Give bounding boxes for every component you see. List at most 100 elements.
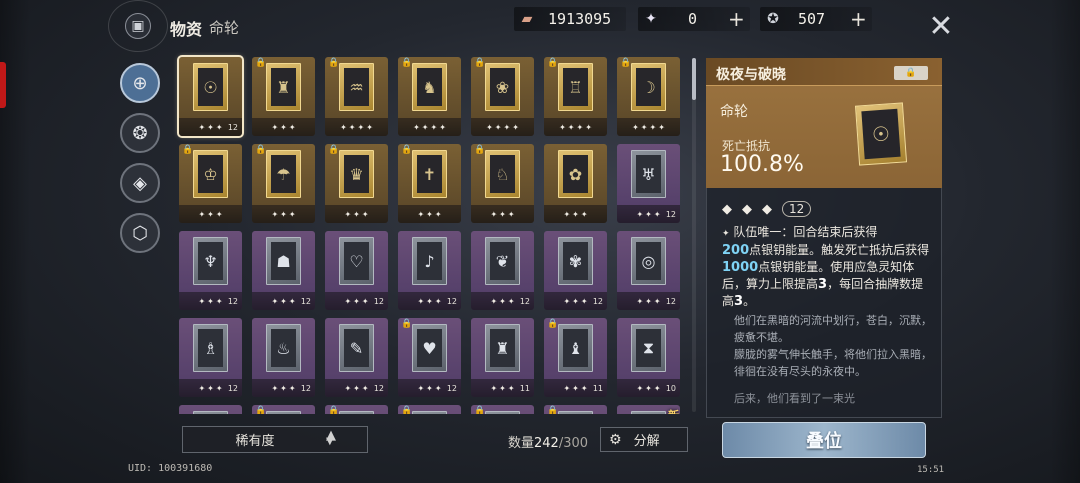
- compass-menu-icon[interactable]: ✕: [918, 3, 964, 49]
- lock-icon: 🔒: [401, 145, 413, 155]
- card-level: 12: [592, 296, 603, 306]
- star-icon: ✦: [490, 296, 498, 306]
- count-label: 数量: [508, 436, 535, 451]
- card-slot[interactable]: ♡ ✦ ✦ ✦ 12: [325, 231, 388, 310]
- card-slot[interactable]: ♆ ✦ ✦ ✦ 12: [179, 231, 242, 310]
- card-slot[interactable]: ♜🔒✦✦✦: [544, 405, 607, 414]
- star-icon: ✦: [215, 209, 223, 219]
- card-slot[interactable]: ♙🔒✦✦✦: [252, 405, 315, 414]
- sidebar-diamond-tab[interactable]: ◈: [120, 163, 160, 203]
- lock-icon: 🔒: [182, 145, 194, 155]
- card-slot[interactable]: ♘ 🔒 ✦ ✦ ✦: [471, 144, 534, 223]
- card-slot[interactable]: ✾ ✦ ✦ ✦ 12: [544, 231, 607, 310]
- card-slot[interactable]: ♒ 🔒 ✦ ✦ ✦ ✦: [325, 57, 388, 136]
- effect-value: 3: [818, 277, 828, 292]
- card-slot[interactable]: ♔ 🔒 ✦ ✦ ✦: [179, 144, 242, 223]
- card-art-icon: ☗: [271, 242, 296, 280]
- card-slot[interactable]: ⧗ ✦ ✦ ✦ 10: [617, 318, 680, 397]
- card-slot[interactable]: ❀ 🔒 ✦ ✦ ✦ ✦: [471, 57, 534, 136]
- star-icon: ✦: [207, 122, 214, 132]
- right-vignette: [1050, 0, 1080, 483]
- card-frame: ✿: [558, 150, 593, 198]
- star-icon: ✦: [417, 209, 425, 219]
- lock-toggle[interactable]: 🔒: [894, 66, 928, 80]
- star-icon: ✦: [499, 296, 506, 306]
- card-frame: ✎: [339, 324, 374, 372]
- star-icon: ✦: [198, 296, 206, 306]
- card-slot[interactable]: ✝ 🔒 ✦ ✦ ✦: [398, 144, 461, 223]
- inventory-count: 数量242/300: [508, 432, 588, 451]
- card-frame: ♜: [558, 411, 593, 414]
- card-slot[interactable]: ☂ 🔒 ✦ ✦ ✦: [252, 144, 315, 223]
- card-slot[interactable]: ❦ ✦ ✦ ✦ 12: [471, 231, 534, 310]
- card-art-icon: ♨: [271, 329, 296, 367]
- card-art-icon: ❦: [490, 242, 515, 280]
- card-slot[interactable]: ♪ ✦ ✦ ✦ 12: [398, 231, 461, 310]
- card-slot[interactable]: ♗ ✦ ✦ ✦ 12: [179, 318, 242, 397]
- sort-dropdown[interactable]: 稀有度: [182, 426, 368, 453]
- grid-scrollbar[interactable]: [692, 58, 696, 412]
- add-crystal-button[interactable]: +: [728, 7, 745, 31]
- sidebar-cube-tab[interactable]: ⬡: [120, 213, 160, 253]
- card-rarity-bar: ✦ ✦ ✦ ✦: [617, 118, 680, 136]
- card-level: 12: [446, 383, 457, 393]
- card-rarity-bar: ✦ ✦ ✦ 11: [471, 379, 534, 397]
- card-frame: ♆: [193, 237, 228, 285]
- card-slot[interactable]: ♨ ✦ ✦ ✦ 12: [252, 318, 315, 397]
- card-slot[interactable]: ☉ ✦ ✦ ✦ 12: [177, 55, 244, 138]
- card-slot[interactable]: ☗ ✦ ✦ ✦ 12: [252, 231, 315, 310]
- diamond-icon: ◈: [133, 172, 147, 194]
- star-icon: ✦: [426, 209, 433, 219]
- star-icon: ✦: [426, 383, 433, 393]
- card-slot[interactable]: ♅ ✦ ✦ ✦ 12: [617, 144, 680, 223]
- card-slot[interactable]: ♖ 🔒 ✦ ✦ ✦ ✦: [544, 57, 607, 136]
- uid-label: UID: 100391680: [128, 463, 213, 474]
- star-icon: ✦: [198, 209, 206, 219]
- card-frame: ♖: [558, 63, 593, 111]
- card-slot[interactable]: ♚🔒✦✦✦: [398, 405, 461, 414]
- card-art-icon: ✾: [563, 242, 588, 280]
- card-art-icon: ♞: [417, 68, 442, 106]
- flavor-line: 后来，他们看到了一束光: [734, 392, 855, 405]
- lock-icon: 🔒: [328, 406, 340, 414]
- card-slot[interactable]: ◎ ✦ ✦ ✦ 12: [617, 231, 680, 310]
- card-slot[interactable]: ♛🔒✦✦✦: [325, 144, 388, 223]
- card-art-icon: ♖: [563, 68, 588, 106]
- card-rarity-bar: ✦ ✦ ✦: [325, 205, 388, 223]
- card-level: 12: [227, 383, 238, 393]
- star-icon: ✦: [636, 209, 644, 219]
- card-art-icon: ♜: [271, 68, 296, 106]
- card-slot[interactable]: ☽ 🔒 ✦ ✦ ✦ ✦: [617, 57, 680, 136]
- sidebar-prism-tab[interactable]: ❂: [120, 113, 160, 153]
- card-art-icon: ✿: [563, 155, 588, 193]
- card-rarity-bar: ✦ ✦ ✦ ✦: [325, 118, 388, 136]
- card-slot[interactable]: ♘✦✦✦: [179, 405, 242, 414]
- edge-handle[interactable]: [0, 62, 6, 108]
- card-slot[interactable]: ♞ 🔒 ✦ ✦ ✦ ✦: [398, 57, 461, 136]
- card-slot[interactable]: ♝ 🔒 ✦ ✦ ✦ 11: [544, 318, 607, 397]
- card-slot[interactable]: ☀新✦✦✦: [617, 405, 680, 414]
- disassemble-button[interactable]: ⚙ 分解: [600, 427, 688, 452]
- card-art-icon: ♒: [344, 68, 369, 106]
- add-orb-button[interactable]: +: [850, 7, 867, 31]
- card-rarity-bar: ✦ ✦ ✦ 12: [617, 292, 680, 310]
- grid-scroll-thumb[interactable]: [692, 58, 696, 100]
- card-slot[interactable]: ♛🔒✦✦✦: [471, 405, 534, 414]
- card-slot[interactable]: ✿ ✦ ✦ ✦: [544, 144, 607, 223]
- card-slot[interactable]: ♜🔒✦✦✦: [252, 57, 315, 136]
- star-icon: ✦: [563, 296, 571, 306]
- backpack-emblem[interactable]: ▣: [108, 0, 168, 52]
- star-icon: ✦: [434, 296, 442, 306]
- card-slot[interactable]: ♥ 🔒 ✦ ✦ ✦ 12: [398, 318, 461, 397]
- lock-icon: 🔒: [255, 58, 267, 68]
- star-icon: ✦: [417, 383, 425, 393]
- card-slot[interactable]: ✎ ✦ ✦ ✦ 12: [325, 318, 388, 397]
- card-slot[interactable]: ♜ ✦ ✦ ✦ 11: [471, 318, 534, 397]
- card-art-icon: ♜: [490, 329, 515, 367]
- lock-icon: 🔒: [328, 145, 340, 155]
- star-icon: ◆: [762, 201, 772, 217]
- card-slot[interactable]: ♟🔒✦✦✦: [325, 405, 388, 414]
- stack-button[interactable]: 叠位: [722, 422, 926, 458]
- card-level: 12: [373, 383, 384, 393]
- sidebar-compass-tab[interactable]: ⊕: [120, 63, 160, 103]
